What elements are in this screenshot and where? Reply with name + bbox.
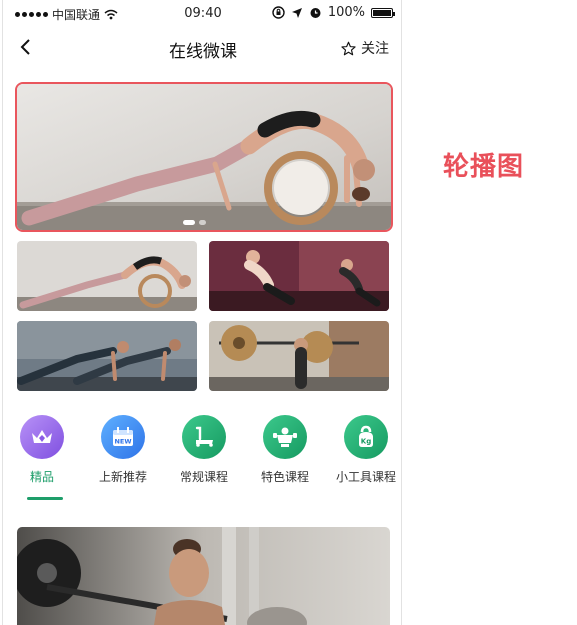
location-arrow-icon bbox=[291, 7, 302, 18]
trainer-icon bbox=[263, 415, 307, 459]
star-icon bbox=[341, 41, 356, 55]
pager-dot bbox=[183, 220, 195, 225]
category-tools[interactable]: Kg 小工具课程 bbox=[327, 415, 401, 485]
carousel-annotation: 轮播图 bbox=[443, 152, 525, 182]
thumbnail-photo bbox=[209, 321, 389, 391]
category-label: 常规课程 bbox=[179, 470, 228, 484]
category-label: 特色课程 bbox=[260, 470, 309, 484]
treadmill-icon bbox=[182, 415, 226, 459]
category-premium[interactable]: 精品 bbox=[3, 415, 81, 485]
thumbnail-photo bbox=[209, 241, 389, 311]
thumbnail-barbell[interactable] bbox=[209, 321, 389, 391]
alarm-icon bbox=[310, 8, 321, 18]
active-tab-indicator bbox=[27, 497, 63, 500]
kettlebell-icon: Kg bbox=[344, 415, 388, 459]
thumbnail-photo bbox=[17, 321, 197, 391]
battery-percent: 100% bbox=[327, 5, 365, 20]
category-label: 小工具课程 bbox=[335, 470, 396, 484]
follow-button[interactable]: 关注 bbox=[341, 38, 389, 58]
rotation-lock-icon bbox=[272, 6, 285, 19]
thumbnail-photo bbox=[17, 241, 197, 311]
carousel-banner[interactable] bbox=[15, 82, 393, 232]
battery-icon bbox=[371, 7, 395, 18]
category-tabs: 精品 NEW 上新推荐 常规课程 特色课程 Kg 小工具课程 bbox=[3, 415, 401, 505]
banner-yoga-photo bbox=[17, 84, 391, 230]
pager-dot bbox=[199, 220, 206, 225]
new-calendar-icon: NEW bbox=[101, 415, 145, 459]
nav-bar: 在线微课 关注 bbox=[3, 26, 401, 70]
category-label: 精品 bbox=[29, 470, 54, 484]
status-indicators: 100% bbox=[272, 5, 395, 20]
featured-course-card[interactable] bbox=[17, 527, 390, 625]
crown-icon bbox=[20, 415, 64, 459]
carousel-pager bbox=[183, 220, 206, 225]
category-new[interactable]: NEW 上新推荐 bbox=[84, 415, 162, 485]
svg-text:Kg: Kg bbox=[361, 438, 371, 446]
featured-course-photo bbox=[17, 527, 390, 625]
status-bar: 中国联通 09:40 100% bbox=[3, 0, 401, 26]
thumbnail-plank[interactable] bbox=[17, 321, 197, 391]
category-featured[interactable]: 特色课程 bbox=[246, 415, 324, 485]
thumbnail-yoga[interactable] bbox=[17, 241, 197, 311]
thumbnail-cycling[interactable] bbox=[209, 241, 389, 311]
follow-label: 关注 bbox=[361, 41, 389, 57]
phone-screen: 中国联通 09:40 100% 在线微课 关注 精品 NEW 上新推荐 常规课程… bbox=[2, 0, 402, 625]
category-regular[interactable]: 常规课程 bbox=[165, 415, 243, 485]
category-label: 上新推荐 bbox=[98, 470, 147, 484]
svg-text:NEW: NEW bbox=[114, 438, 131, 446]
